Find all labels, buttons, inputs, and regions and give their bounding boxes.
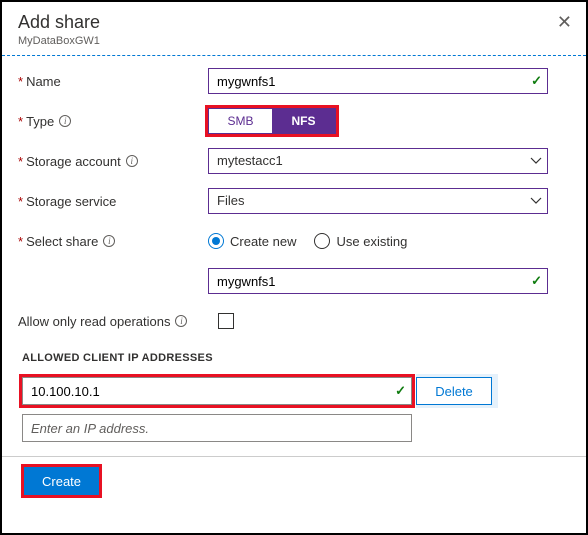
type-option-smb[interactable]: SMB — [209, 109, 272, 133]
storage-account-select[interactable]: mytestacc1 — [208, 148, 548, 174]
label-storage-account: *Storage account i — [18, 154, 208, 169]
radio-icon — [208, 233, 224, 249]
radio-use-existing[interactable]: Use existing — [314, 233, 407, 249]
row-storage-account: *Storage account i mytestacc1 — [18, 148, 570, 174]
read-only-checkbox[interactable] — [218, 313, 234, 329]
create-button[interactable]: Create — [24, 467, 99, 495]
panel-header: Add share MyDataBoxGW1 ✕ — [2, 2, 586, 53]
label-type: *Type i — [18, 114, 208, 129]
check-icon: ✓ — [395, 383, 406, 399]
radio-label: Use existing — [336, 234, 407, 249]
ip-address-new-input[interactable] — [22, 414, 412, 442]
type-option-nfs[interactable]: NFS — [272, 109, 335, 133]
label-name: *Name — [18, 74, 208, 89]
row-select-share: *Select share i Create new Use existing — [18, 228, 570, 254]
share-name-input[interactable] — [208, 268, 548, 294]
info-icon[interactable]: i — [59, 115, 71, 127]
row-share-value: ✓ — [18, 268, 570, 294]
radio-icon — [314, 233, 330, 249]
radio-create-new[interactable]: Create new — [208, 233, 296, 249]
info-icon[interactable]: i — [175, 315, 187, 327]
label-storage-service: *Storage service — [18, 194, 208, 209]
label-select-share: *Select share i — [18, 234, 208, 249]
form-body: *Name ✓ *Type i SMB NFS *Storage account… — [2, 68, 586, 442]
ip-entry-row: ✓ Delete — [18, 374, 570, 408]
storage-service-select[interactable]: Files — [208, 188, 548, 214]
header-divider — [2, 55, 586, 56]
ip-new-row — [18, 414, 570, 442]
row-read-only: Allow only read operations i — [18, 308, 570, 334]
panel-title: Add share — [18, 12, 570, 33]
delete-ip-button[interactable]: Delete — [416, 377, 492, 405]
footer-divider — [2, 456, 586, 457]
ip-address-input[interactable] — [22, 377, 412, 405]
label-read-only: Allow only read operations i — [18, 314, 218, 329]
row-type: *Type i SMB NFS — [18, 108, 570, 134]
row-storage-service: *Storage service Files — [18, 188, 570, 214]
info-icon[interactable]: i — [103, 235, 115, 247]
close-icon[interactable]: ✕ — [557, 12, 572, 33]
ip-section-header: ALLOWED CLIENT IP ADDRESSES — [18, 352, 570, 364]
check-icon: ✓ — [531, 73, 542, 89]
radio-label: Create new — [230, 234, 296, 249]
type-segmented: SMB NFS — [208, 108, 336, 134]
panel-subtitle: MyDataBoxGW1 — [18, 35, 570, 47]
select-share-radio-group: Create new Use existing — [208, 233, 407, 249]
check-icon: ✓ — [531, 273, 542, 289]
name-input[interactable] — [208, 68, 548, 94]
info-icon[interactable]: i — [126, 155, 138, 167]
row-name: *Name ✓ — [18, 68, 570, 94]
